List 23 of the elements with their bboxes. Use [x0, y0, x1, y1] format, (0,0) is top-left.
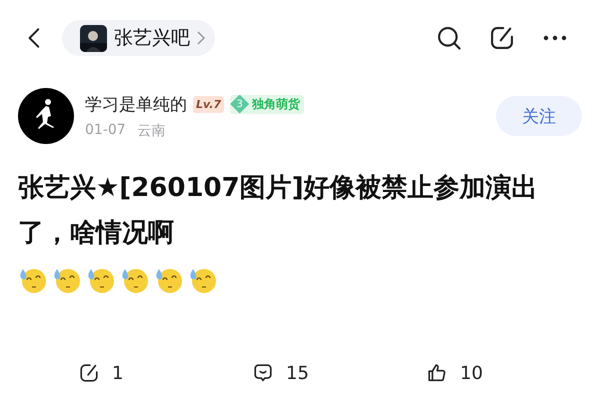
follow-button[interactable]: 关注 — [496, 96, 582, 136]
share-action[interactable]: 1 — [78, 362, 252, 384]
comment-icon — [252, 362, 274, 384]
sweat-face-icon — [188, 266, 217, 294]
sweat-face-icon — [86, 266, 115, 294]
search-icon — [435, 24, 463, 52]
post-date: 01-07 — [85, 122, 126, 140]
sweat-face-icon — [120, 266, 149, 294]
sweat-face-icon — [154, 266, 183, 294]
fan-badge: 3 独角萌货 — [230, 94, 304, 114]
more-icon — [543, 35, 567, 41]
chevron-icon — [197, 31, 205, 45]
forum-chip[interactable]: 张艺兴吧 — [62, 20, 215, 56]
comment-action[interactable]: 15 — [252, 362, 426, 384]
post-location: 云南 — [138, 122, 166, 140]
like-action[interactable]: 10 — [426, 362, 600, 384]
sweat-face-icon — [18, 266, 47, 294]
post-title: 张艺兴★[260107图片]好像被禁止参加演出了，啥情况啊 — [17, 172, 539, 250]
sweat-face-icon — [52, 266, 81, 294]
level-badge: Lv.7 — [193, 96, 224, 112]
author-name[interactable]: 学习是单纯的 — [85, 92, 187, 116]
thumbs-up-icon — [426, 362, 448, 384]
avatar[interactable] — [18, 88, 74, 144]
